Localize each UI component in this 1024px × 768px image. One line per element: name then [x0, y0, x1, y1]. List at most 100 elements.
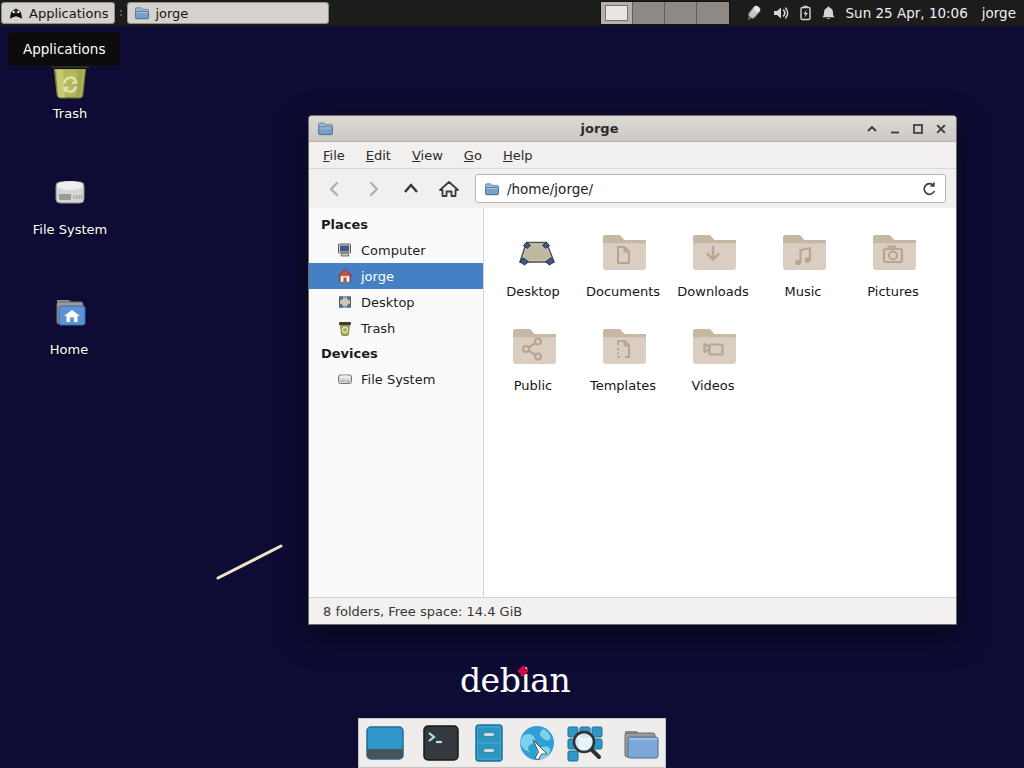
sidebar-item-jorge[interactable]: jorge [309, 263, 483, 289]
computer-icon [337, 242, 353, 258]
wallpaper-swoosh-line [210, 538, 295, 586]
hard-drive-icon [337, 371, 353, 387]
web-browser-launcher[interactable] [517, 723, 557, 763]
panel-username[interactable]: jorge [982, 5, 1016, 21]
path-folder-icon [484, 181, 500, 197]
desktop-icon-file-system[interactable]: File System [22, 168, 118, 237]
sidebar-devices-header: Devices [309, 341, 483, 366]
hard-drive-icon [46, 168, 94, 216]
file-manager-launcher[interactable] [621, 723, 661, 763]
menubar: File Edit View Go Help [309, 142, 956, 169]
file-pictures[interactable]: Pictures [848, 227, 938, 299]
terminal-launcher[interactable] [421, 723, 461, 763]
folder-template-icon [599, 321, 647, 369]
panel-clock[interactable]: Sun 25 Apr, 10:06 [846, 5, 968, 21]
taskbar-window-button[interactable]: jorge [127, 2, 329, 24]
file-desktop[interactable]: Desktop [488, 227, 578, 299]
folder-camera-icon [869, 227, 917, 275]
path-text[interactable]: /home/jorge/ [507, 181, 914, 197]
file-name: Documents [586, 284, 660, 299]
sidebar: Places Computer jorge Desktop Trash Devi… [309, 208, 484, 597]
workspace-window-preview [605, 5, 628, 21]
folder-share-icon [509, 321, 557, 369]
workspace-switcher[interactable] [600, 1, 730, 25]
battery-icon[interactable] [799, 5, 812, 21]
desktop-icon [337, 294, 353, 310]
menu-view[interactable]: View [412, 148, 443, 163]
reload-icon[interactable] [921, 181, 937, 197]
file-documents[interactable]: Documents [578, 227, 668, 299]
bottom-dock [358, 718, 666, 768]
maximize-window-button[interactable] [911, 122, 925, 136]
file-cabinet-launcher[interactable] [469, 723, 509, 763]
file-videos[interactable]: Videos [668, 321, 758, 393]
statusbar: 8 folders, Free space: 14.4 GiB [309, 597, 956, 624]
folder-music-icon [779, 227, 827, 275]
menu-file[interactable]: File [323, 148, 345, 163]
applications-tooltip: Applications [8, 32, 120, 66]
applications-menu-label: Applications [29, 6, 108, 21]
menu-help[interactable]: Help [503, 148, 533, 163]
desktop-icon-home[interactable]: Home [21, 288, 117, 357]
sidebar-item-desktop[interactable]: Desktop [309, 289, 483, 315]
window-folder-icon [317, 120, 334, 137]
workspace-3[interactable] [665, 2, 697, 24]
file-name: Downloads [677, 284, 748, 299]
applications-menu-button[interactable]: Applications [1, 2, 115, 24]
menu-go[interactable]: Go [464, 148, 482, 163]
workspace-1[interactable] [601, 2, 633, 24]
file-name: Music [785, 284, 822, 299]
close-window-button[interactable] [934, 122, 948, 136]
window-title: jorge [334, 121, 865, 136]
file-name: Videos [691, 378, 734, 393]
file-name: Pictures [867, 284, 918, 299]
notification-bell-icon[interactable] [821, 5, 836, 21]
sidebar-item-label: Trash [361, 321, 395, 336]
panel-handle [118, 4, 124, 22]
up-button[interactable] [395, 174, 427, 204]
folder-video-icon [689, 321, 737, 369]
folder-download-icon [689, 227, 737, 275]
sidebar-item-label: Computer [361, 243, 426, 258]
trash-icon [337, 320, 353, 336]
sidebar-item-label: File System [361, 372, 435, 387]
workspace-2[interactable] [633, 2, 665, 24]
file-name: Desktop [506, 284, 560, 299]
folder-icon [134, 5, 150, 21]
file-public[interactable]: Public [488, 321, 578, 393]
file-name: Public [514, 378, 552, 393]
sidebar-item-trash[interactable]: Trash [309, 315, 483, 341]
home-folder-icon [45, 288, 93, 336]
file-downloads[interactable]: Downloads [668, 227, 758, 299]
window-titlebar[interactable]: jorge [309, 116, 956, 142]
home-button[interactable] [433, 174, 465, 204]
location-bar[interactable]: /home/jorge/ [475, 174, 946, 203]
sidebar-item-label: Desktop [361, 295, 415, 310]
back-button[interactable] [319, 174, 351, 204]
file-templates[interactable]: Templates [578, 321, 668, 393]
volume-icon[interactable] [772, 5, 790, 21]
home-icon [337, 268, 353, 284]
taskbar-window-label: jorge [155, 6, 188, 21]
workspace-4[interactable] [697, 2, 729, 24]
app-finder-launcher[interactable] [565, 723, 605, 763]
show-desktop-button[interactable] [365, 723, 405, 763]
folder-document-icon [599, 227, 647, 275]
file-list: Desktop Documents Downloads Music Pictur… [484, 208, 956, 597]
menu-edit[interactable]: Edit [366, 148, 391, 163]
desktop-icon-label: Trash [53, 106, 87, 121]
sidebar-item-label: jorge [361, 269, 394, 284]
forward-button[interactable] [357, 174, 389, 204]
top-panel: Applications jorge [0, 0, 1024, 26]
file-manager-window: jorge File Edit View Go Help /home/jorge… [308, 115, 957, 625]
debian-wordmark: debian [460, 661, 590, 700]
xfce-applications-icon [8, 6, 24, 21]
desktop-icon-label: File System [33, 222, 107, 237]
minimize-window-button[interactable] [888, 122, 902, 136]
file-music[interactable]: Music [758, 227, 848, 299]
mouse-icon[interactable] [744, 4, 763, 22]
sidebar-item-file-system[interactable]: File System [309, 366, 483, 392]
sidebar-item-computer[interactable]: Computer [309, 237, 483, 263]
toolbar: /home/jorge/ [309, 169, 956, 208]
shade-window-button[interactable] [865, 122, 879, 136]
